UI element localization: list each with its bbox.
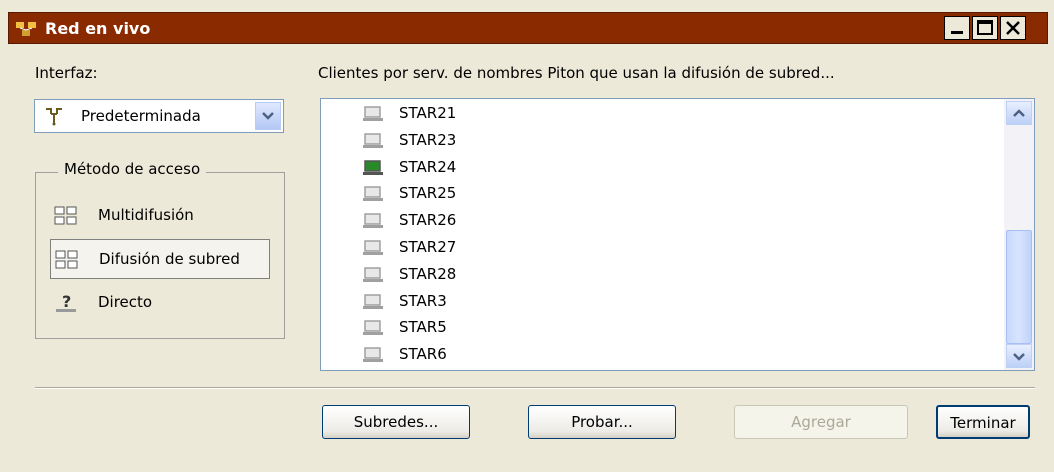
list-item-label: STAR21: [399, 104, 457, 122]
list-item[interactable]: STAR28: [363, 262, 763, 288]
option-direct[interactable]: ? Directo: [50, 283, 270, 323]
subnet-broadcast-computers-icon: [55, 250, 78, 269]
network-app-icon: [16, 22, 36, 36]
close-button[interactable]: [1000, 16, 1026, 40]
option-direct-label: Directo: [98, 293, 153, 311]
title-bar[interactable]: Red en vivo: [8, 12, 1048, 44]
clients-scrollbar[interactable]: [1004, 99, 1034, 370]
list-item-label: STAR3: [399, 291, 447, 310]
computer-icon: [363, 240, 383, 255]
list-item-label: STAR24: [399, 157, 457, 176]
list-item-label: STAR23: [399, 130, 457, 149]
finish-button[interactable]: Terminar: [936, 405, 1030, 439]
list-item[interactable]: STAR3: [363, 289, 763, 315]
computer-icon: [363, 213, 383, 229]
option-multicast[interactable]: Multidifusión: [50, 196, 270, 236]
subnets-button[interactable]: Subredes...: [322, 405, 470, 439]
scroll-up-button[interactable]: [1006, 101, 1032, 125]
scroll-down-button[interactable]: [1006, 344, 1032, 368]
list-item[interactable]: STAR21: [363, 101, 763, 127]
option-multicast-label: Multidifusión: [98, 206, 194, 224]
list-item-label: STAR27: [399, 238, 457, 256]
list-item-label: STAR25: [399, 184, 457, 203]
interface-label: Interfaz:: [35, 64, 98, 82]
multicast-computers-icon: [54, 206, 77, 225]
list-item[interactable]: STAR26: [363, 208, 763, 234]
list-item-label: STAR26: [399, 211, 457, 230]
clients-list[interactable]: STAR21 STAR23 STAR24 STAR25 STAR26 STAR27 STAR…: [320, 98, 1035, 371]
computer-icon: [363, 106, 383, 121]
interface-select-value: Predeterminada: [81, 107, 201, 125]
computer-icon: [363, 186, 383, 202]
dropdown-button[interactable]: [255, 102, 281, 130]
list-item-label: STAR28: [399, 264, 457, 283]
scroll-thumb[interactable]: [1006, 230, 1032, 344]
list-item-label: STAR6: [399, 345, 447, 364]
divider: [35, 387, 1035, 389]
minimize-button[interactable]: [944, 16, 970, 40]
interface-select[interactable]: Predeterminada: [34, 99, 284, 133]
list-item-label: STAR5: [399, 318, 447, 337]
access-method-legend: Método de acceso: [58, 160, 207, 178]
computer-icon: [363, 267, 383, 282]
direct-question-icon: ?: [56, 292, 76, 312]
maximize-button[interactable]: [972, 16, 998, 40]
add-button[interactable]: Agregar: [734, 405, 908, 439]
computer-icon: [363, 320, 383, 336]
maximize-icon: [977, 20, 993, 35]
list-item[interactable]: STAR25: [363, 181, 763, 207]
window-title: Red en vivo: [45, 19, 151, 38]
list-item[interactable]: STAR5: [363, 315, 763, 341]
list-item[interactable]: STAR6: [363, 342, 763, 368]
list-item[interactable]: STAR27: [363, 235, 763, 261]
option-subnet-broadcast[interactable]: Difusión de subred: [50, 239, 270, 279]
computer-icon: [363, 293, 383, 309]
chevron-down-icon: [262, 112, 274, 120]
clients-label: Clientes por serv. de nombres Piton que …: [318, 64, 835, 82]
list-item[interactable]: STAR23: [363, 128, 763, 154]
computer-icon: [363, 159, 383, 175]
chevron-up-icon: [1013, 109, 1025, 117]
test-button[interactable]: Probar...: [528, 405, 676, 439]
computer-icon: [363, 347, 383, 363]
close-icon: [1006, 21, 1020, 35]
computer-icon: [363, 133, 383, 148]
chevron-down-icon: [1013, 353, 1025, 361]
network-adapter-icon: [46, 108, 62, 126]
list-item[interactable]: STAR24: [363, 155, 763, 181]
svg-text:?: ?: [62, 292, 71, 311]
option-subnet-broadcast-label: Difusión de subred: [99, 250, 240, 268]
minimize-icon: [951, 31, 963, 34]
